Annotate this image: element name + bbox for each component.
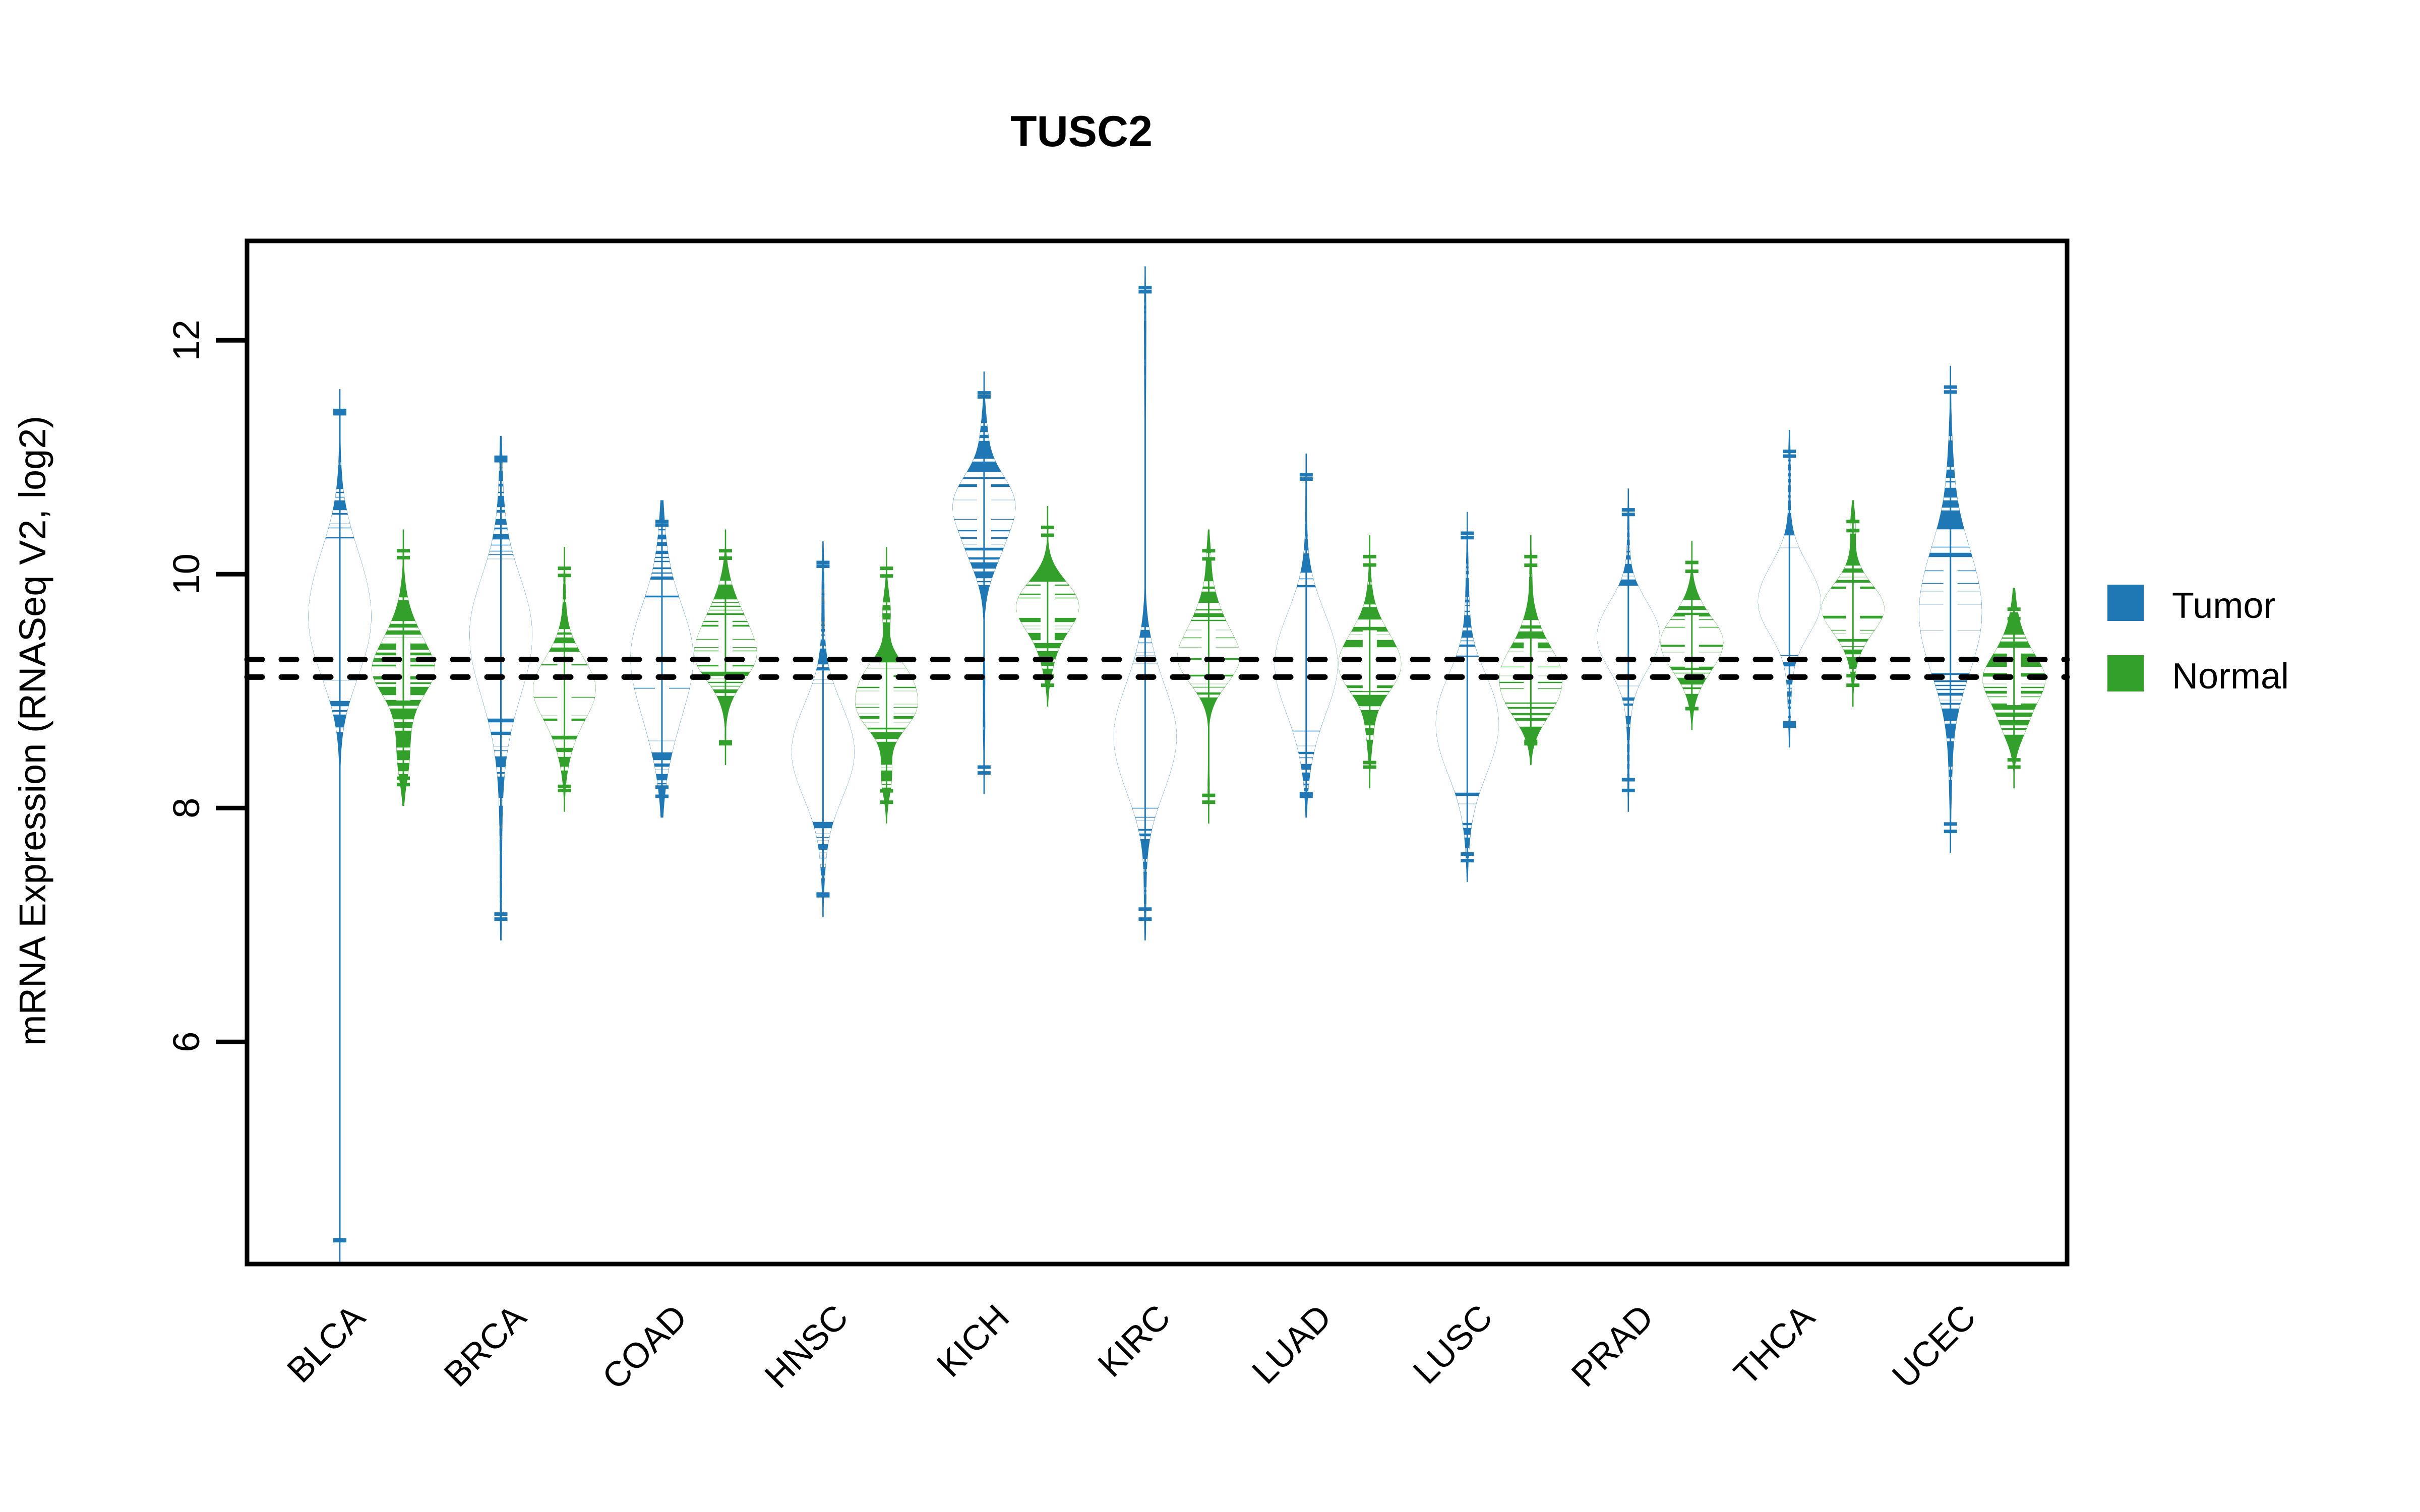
y-tick-label: 6 (165, 1032, 207, 1052)
legend-label-normal: Normal (2172, 656, 2289, 697)
figure-background (0, 0, 2420, 1512)
y-tick-label: 8 (165, 798, 207, 818)
y-tick-label: 10 (165, 553, 207, 595)
legend-label-tumor: Tumor (2172, 586, 2275, 626)
beanplot-figure: TUSC2 mRNA Expression (RNASeq V2, log2) … (0, 0, 2420, 1512)
y-axis-label: mRNA Expression (RNASeq V2, log2) (12, 416, 53, 1046)
chart-canvas: TUSC2 mRNA Expression (RNASeq V2, log2) … (0, 0, 2420, 1512)
y-tick-label: 12 (165, 320, 207, 361)
legend-swatch-tumor (2107, 585, 2144, 621)
page-title: TUSC2 (1010, 107, 1153, 156)
legend-swatch-normal (2107, 655, 2144, 691)
y-axis-title: mRNA Expression (RNASeq V2, log2) (12, 416, 53, 1046)
